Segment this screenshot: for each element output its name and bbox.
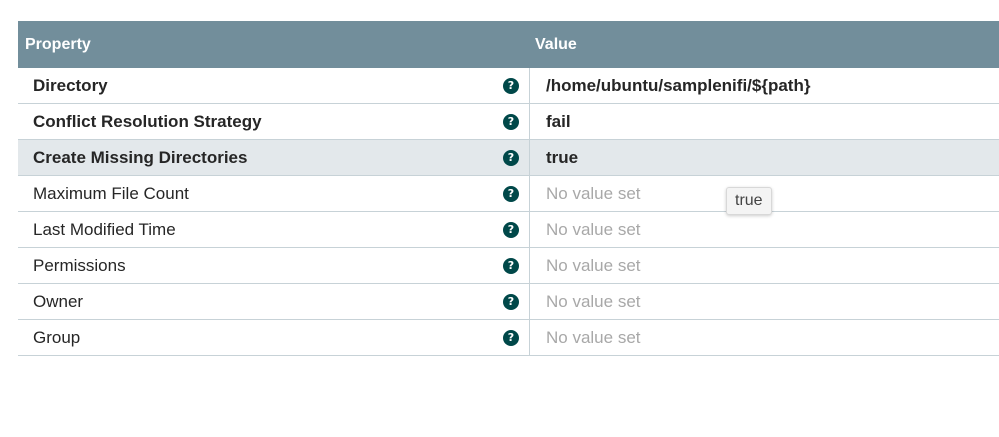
property-name: Conflict Resolution Strategy <box>33 111 262 131</box>
question-circle-icon[interactable]: ? <box>503 77 519 94</box>
property-value[interactable]: fail <box>530 112 999 132</box>
property-cell: Permissions ? <box>18 248 530 283</box>
table-row-group[interactable]: Group ? No value set <box>18 320 999 356</box>
table-row-last-modified-time[interactable]: Last Modified Time ? No value set <box>18 212 999 248</box>
property-name: Last Modified Time <box>33 219 176 239</box>
property-value[interactable]: No value set <box>530 220 999 240</box>
table-row-permissions[interactable]: Permissions ? No value set <box>18 248 999 284</box>
table-header: Property Value <box>18 21 999 68</box>
table-row-maximum-file-count[interactable]: Maximum File Count ? No value set <box>18 176 999 212</box>
property-cell: Owner ? <box>18 284 530 319</box>
column-header-value[interactable]: Value <box>530 36 999 54</box>
property-name: Maximum File Count <box>33 183 189 203</box>
question-circle-icon[interactable]: ? <box>503 149 519 166</box>
value-tooltip: true <box>726 187 772 215</box>
property-value[interactable]: No value set <box>530 256 999 276</box>
property-value[interactable]: No value set <box>530 292 999 312</box>
property-value[interactable]: /home/ubuntu/samplenifi/${path} <box>530 76 999 96</box>
question-circle-icon[interactable]: ? <box>503 329 519 346</box>
property-cell: Conflict Resolution Strategy ? <box>18 104 530 139</box>
property-cell: Group ? <box>18 320 530 355</box>
question-circle-icon[interactable]: ? <box>503 185 519 202</box>
table-row-create-missing-directories[interactable]: Create Missing Directories ? true <box>18 140 999 176</box>
question-circle-icon[interactable]: ? <box>503 257 519 274</box>
property-cell: Last Modified Time ? <box>18 212 530 247</box>
property-name: Owner <box>33 291 84 311</box>
table-row-owner[interactable]: Owner ? No value set <box>18 284 999 320</box>
properties-table: Property Value Directory ? /home/ubuntu/… <box>18 21 999 356</box>
table-row-conflict-resolution-strategy[interactable]: Conflict Resolution Strategy ? fail <box>18 104 999 140</box>
question-circle-icon[interactable]: ? <box>503 113 519 130</box>
property-name: Directory <box>33 75 108 95</box>
question-circle-icon[interactable]: ? <box>503 293 519 310</box>
property-name: Permissions <box>33 255 126 275</box>
table-row-directory[interactable]: Directory ? /home/ubuntu/samplenifi/${pa… <box>18 68 999 104</box>
property-cell: Maximum File Count ? <box>18 176 530 211</box>
property-value[interactable]: true <box>530 148 999 168</box>
property-name: Create Missing Directories <box>33 147 248 167</box>
property-cell: Create Missing Directories ? <box>18 140 530 175</box>
property-name: Group <box>33 327 81 347</box>
column-header-property[interactable]: Property <box>18 36 530 54</box>
property-value[interactable]: No value set <box>530 328 999 348</box>
question-circle-icon[interactable]: ? <box>503 221 519 238</box>
property-cell: Directory ? <box>18 68 530 103</box>
